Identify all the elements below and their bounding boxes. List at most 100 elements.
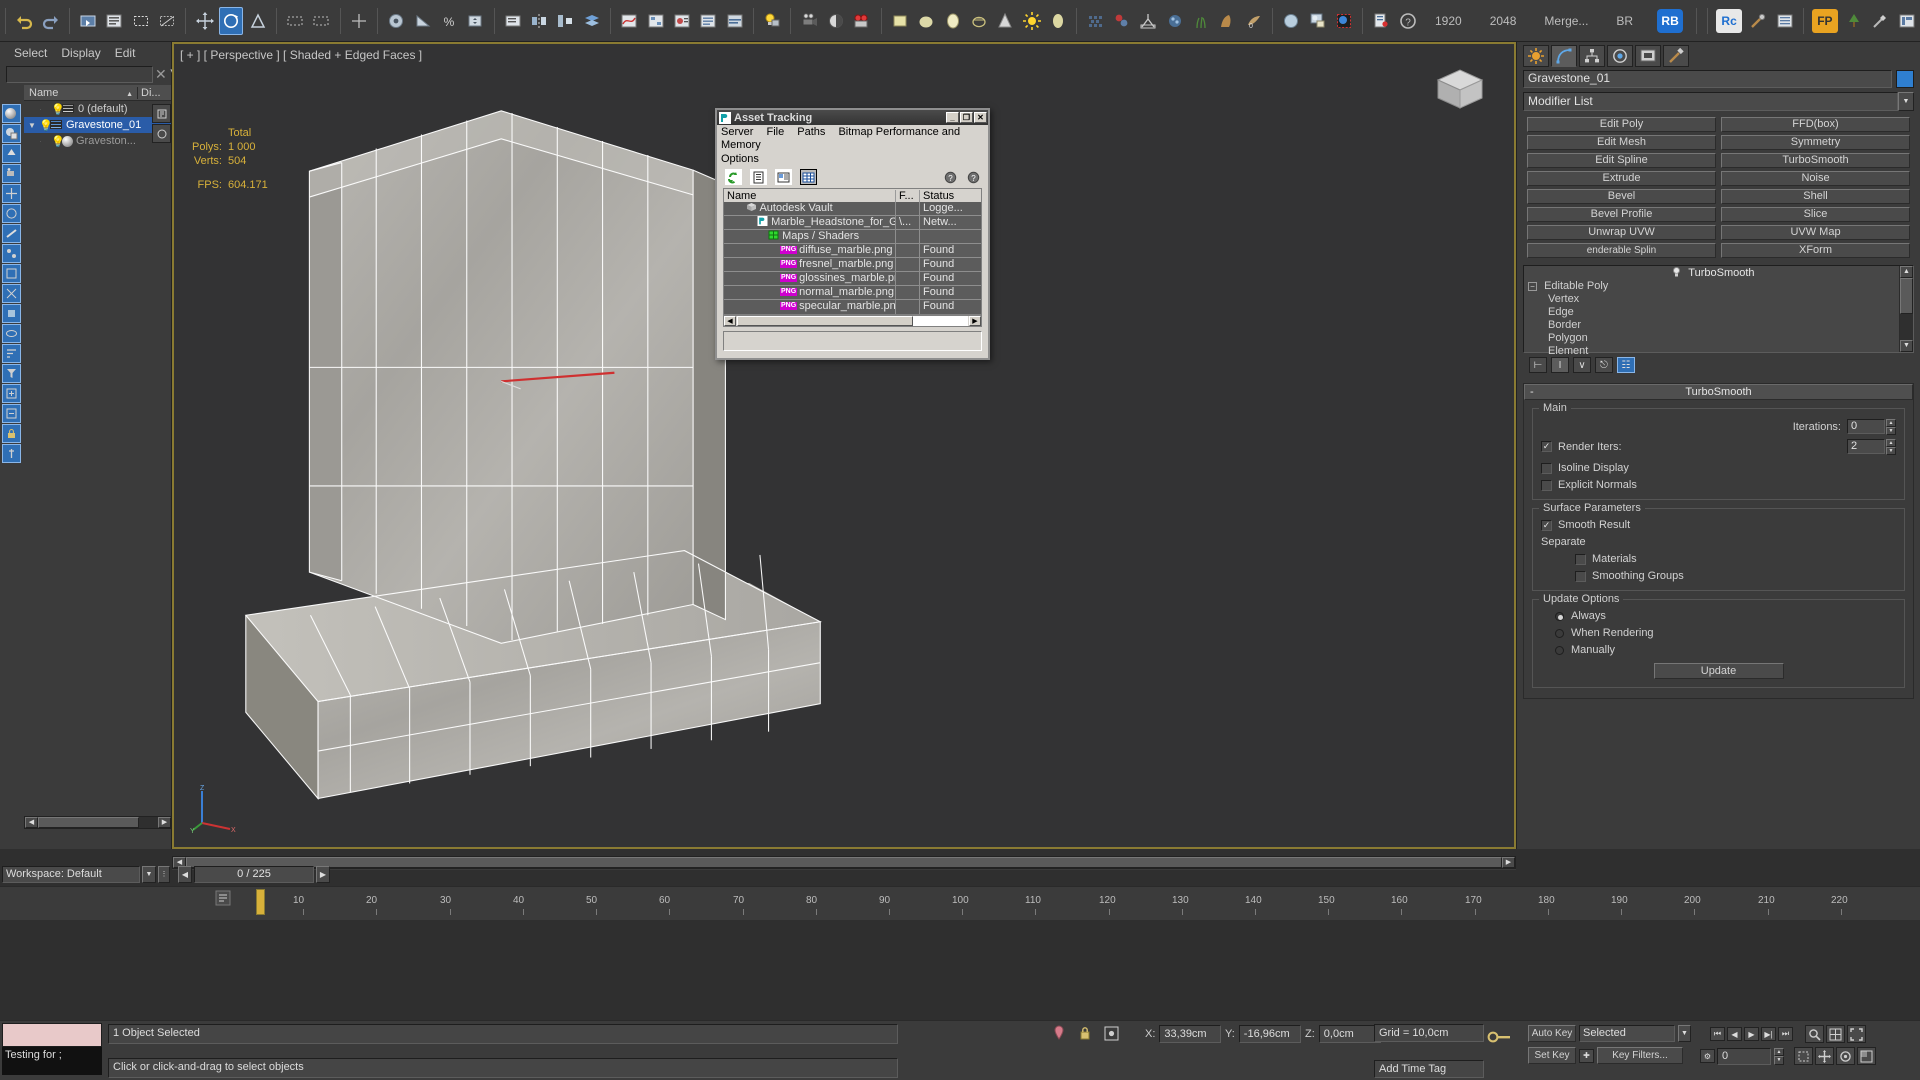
modifier-xform[interactable]: XForm <box>1721 243 1910 258</box>
chevron-down-icon[interactable]: ▼ <box>1678 1025 1691 1042</box>
column-name[interactable]: Name <box>724 189 896 202</box>
expand-toggle[interactable]: ▼ <box>28 121 39 130</box>
search-input[interactable] <box>6 66 153 83</box>
undo-icon[interactable] <box>12 7 36 35</box>
display-all-icon[interactable] <box>2 104 21 123</box>
select-object-icon[interactable] <box>76 7 100 35</box>
modifier-stack[interactable]: TurboSmooth − Editable Poly Vertex Edge … <box>1523 265 1914 357</box>
named-selection-icon[interactable] <box>501 7 525 35</box>
scroll-up-icon[interactable]: ▲ <box>1900 266 1913 278</box>
angle-snap-icon[interactable] <box>410 7 434 35</box>
sort-icon[interactable] <box>2 344 21 363</box>
rollout-header[interactable]: - TurboSmooth <box>1524 384 1913 400</box>
select-and-manipulate-icon[interactable] <box>347 7 371 35</box>
reference-coordinate-icon[interactable] <box>283 7 307 35</box>
modifier-noise[interactable]: Noise <box>1721 171 1910 186</box>
explorer-hscroll[interactable]: ◀ ▶ <box>24 816 172 829</box>
explorer-menu-edit[interactable]: Edit <box>115 46 136 60</box>
merge-button[interactable]: Merge... <box>1530 14 1602 28</box>
asset-table[interactable]: Name F... Status Autodesk Vault Logge...… <box>723 188 982 315</box>
prev-frame-button[interactable]: ◀ <box>178 865 192 883</box>
key-filters-button[interactable]: Key Filters... <box>1597 1047 1683 1064</box>
modifier-list-row[interactable]: Modifier List ▼ <box>1517 88 1920 111</box>
explorer-search-row[interactable]: ✕ ▼ <box>0 64 177 85</box>
scroll-left-icon[interactable]: ◀ <box>724 316 736 326</box>
coord-z-group[interactable]: Z: 0,0cm <box>1305 1025 1381 1043</box>
sphere-icon[interactable] <box>914 7 938 35</box>
maxscript-listener-mini[interactable] <box>2 1023 102 1047</box>
shading-icon[interactable] <box>824 7 848 35</box>
field-smoothing-groups[interactable]: Smoothing Groups <box>1541 570 1896 582</box>
modifier-ffd-box[interactable]: FFD(box) <box>1721 117 1910 132</box>
particle-icon[interactable] <box>1110 7 1134 35</box>
pin-stack-icon-left[interactable] <box>2 444 21 463</box>
stack-item-turbosmooth[interactable]: TurboSmooth <box>1524 267 1899 280</box>
spinner-snap-icon[interactable] <box>463 7 487 35</box>
previous-frame-icon[interactable]: ◀ <box>1727 1027 1742 1041</box>
play-animation-icon[interactable]: ▶ <box>1744 1027 1759 1041</box>
explorer-icon-strip[interactable] <box>2 104 22 464</box>
modifier-unwrap-uvw[interactable]: Unwrap UVW <box>1527 225 1716 240</box>
expand-all-icon[interactable] <box>2 384 21 403</box>
stack-sub-edge[interactable]: Edge <box>1524 306 1899 319</box>
display-groups-icon[interactable] <box>2 264 21 283</box>
list-icon[interactable] <box>1772 7 1796 35</box>
percent-snap-icon[interactable]: % <box>437 7 461 35</box>
dialog-toolbar[interactable]: ? ? <box>717 166 988 186</box>
dialog-menubar[interactable]: Server File Paths Bitmap Performance and… <box>717 125 988 166</box>
explorer-right-strip[interactable] <box>152 104 171 144</box>
motion-tab[interactable] <box>1607 45 1633 67</box>
table-row[interactable]: Autodesk Vault Logge... <box>724 201 981 216</box>
absolute-relative-mode-icon[interactable] <box>1104 1026 1119 1041</box>
stack-sub-border[interactable]: Border <box>1524 319 1899 332</box>
pan-icon[interactable] <box>1815 1047 1834 1065</box>
remove-modifier-icon[interactable]: ⎋ <box>1595 357 1613 373</box>
modifier-stack-list[interactable]: TurboSmooth − Editable Poly Vertex Edge … <box>1524 266 1899 357</box>
explorer-hscrollbar[interactable]: ◀ ▶ <box>24 816 172 829</box>
snap-toggle-icon[interactable] <box>384 7 408 35</box>
dialog-help-group[interactable]: ? ? <box>942 169 988 185</box>
scroll-track[interactable] <box>1900 278 1913 340</box>
asset-tracking-dialog[interactable]: Asset Tracking _ ❐ ✕ Server File Paths B… <box>715 108 990 360</box>
display-hidden-icon[interactable] <box>2 324 21 343</box>
light-bulb-icon[interactable]: 💡 <box>51 103 65 116</box>
smoothing-groups-checkbox[interactable] <box>1575 570 1586 582</box>
field-manually[interactable]: Manually <box>1541 644 1896 656</box>
detail-view-icon[interactable] <box>775 169 792 185</box>
make-unique-icon[interactable]: ∨ <box>1573 357 1591 373</box>
br-button[interactable]: BR <box>1602 14 1647 28</box>
render-iters-input[interactable]: 2 <box>1847 439 1885 454</box>
current-frame-field[interactable]: 0 / 225 <box>194 865 314 883</box>
isoline-display-checkbox[interactable] <box>1541 462 1552 474</box>
show-end-result-icon[interactable]: I <box>1551 357 1569 373</box>
tools-icon[interactable] <box>1868 7 1892 35</box>
coord-y-group[interactable]: Y: -16,96cm <box>1225 1025 1301 1043</box>
refresh-icon[interactable] <box>725 169 742 185</box>
table-row[interactable]: Marble_Headstone_for_Grave_vra... \... N… <box>724 215 981 230</box>
auto-key-button[interactable]: Auto Key <box>1528 1025 1576 1042</box>
scene-tree[interactable]: Name Di... · 💡 0 (default) ▼ 💡 Graveston… <box>24 85 171 149</box>
field-isoline-display[interactable]: Isoline Display <box>1541 462 1896 474</box>
coord-x-group[interactable]: X: 33,39cm <box>1145 1025 1222 1043</box>
collapse-toggle[interactable]: − <box>1528 282 1537 291</box>
rollout-collapse-icon[interactable]: - <box>1530 386 1534 398</box>
box-icon[interactable] <box>888 7 912 35</box>
configure-sets-icon[interactable]: ☷ <box>1617 357 1635 373</box>
manually-radio[interactable] <box>1555 645 1564 655</box>
chevron-down-icon[interactable]: ▼ <box>142 865 156 883</box>
render-iters-checkbox[interactable]: ✓ <box>1541 441 1552 452</box>
egg-icon[interactable] <box>1046 7 1070 35</box>
material-sphere-icon[interactable] <box>1279 7 1303 35</box>
hierarchy-icon[interactable] <box>1136 7 1160 35</box>
playback-controls-2[interactable]: ⚙ 0 ▲ ▼ <box>1700 1047 1876 1065</box>
menu-paths[interactable]: Paths <box>797 126 825 138</box>
command-panel-tabs[interactable] <box>1517 42 1920 67</box>
iterations-spinner[interactable]: ▲ ▼ <box>1886 419 1896 435</box>
field-always[interactable]: Always <box>1541 610 1896 622</box>
stack-item-editable-poly[interactable]: − Editable Poly <box>1524 280 1899 293</box>
explorer-menu-select[interactable]: Select <box>14 46 47 60</box>
zoom-icon[interactable] <box>1805 1025 1824 1043</box>
object-name-field[interactable]: Gravestone_01 <box>1523 70 1892 88</box>
modifier-renderable-spline[interactable]: enderable Splin <box>1527 243 1716 258</box>
z-field[interactable]: 0,0cm <box>1318 1025 1381 1043</box>
